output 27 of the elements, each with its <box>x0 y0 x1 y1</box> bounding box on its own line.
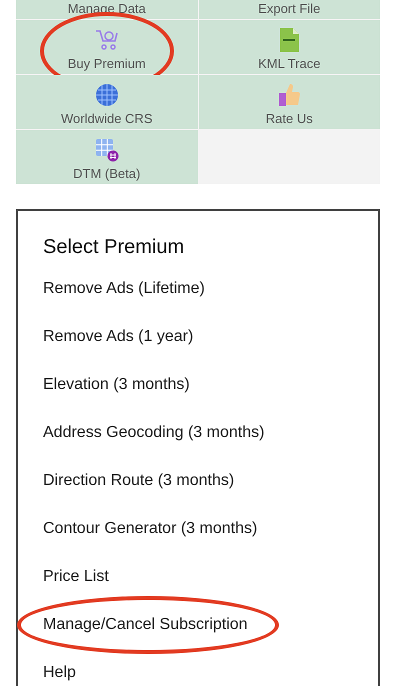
menu-item[interactable]: Help <box>43 661 76 685</box>
tile-label: Worldwide CRS <box>60 111 152 126</box>
tile-label: Rate Us <box>266 111 313 126</box>
menu-tile[interactable]: Buy Premium <box>16 20 198 74</box>
menu-item[interactable]: Direction Route (3 months) <box>43 469 234 493</box>
menu-item[interactable]: Price List <box>43 565 109 589</box>
tile-label: DTM (Beta) <box>73 166 140 181</box>
menu-item[interactable]: Contour Generator (3 months) <box>43 517 258 541</box>
tile-label: Export File <box>258 1 320 16</box>
tile-label: KML Trace <box>258 56 320 71</box>
menu-tile[interactable]: DTM (Beta) <box>16 130 198 184</box>
menu-item[interactable]: Remove Ads (Lifetime) <box>43 277 205 301</box>
tile-label: Buy Premium <box>68 56 146 71</box>
thumbs-up-icon <box>277 83 302 107</box>
menu-tile[interactable]: Rate Us <box>198 75 380 129</box>
menu-item[interactable]: Remove Ads (1 year) <box>43 325 194 349</box>
menu-tile[interactable]: KML Trace <box>198 20 380 74</box>
menu-item[interactable]: Manage/Cancel Subscription <box>43 613 248 637</box>
grid-icon <box>94 138 119 162</box>
globe-icon <box>94 83 119 107</box>
menu-item[interactable]: Elevation (3 months) <box>43 373 190 397</box>
kml-file-icon <box>279 28 300 52</box>
dialog-title: Select Premium <box>43 235 186 260</box>
menu-item[interactable]: Address Geocoding (3 months) <box>43 421 264 445</box>
menu-tile[interactable]: Export File <box>198 0 380 19</box>
cart-icon <box>94 28 120 52</box>
menu-tile[interactable]: Worldwide CRS <box>16 75 198 129</box>
